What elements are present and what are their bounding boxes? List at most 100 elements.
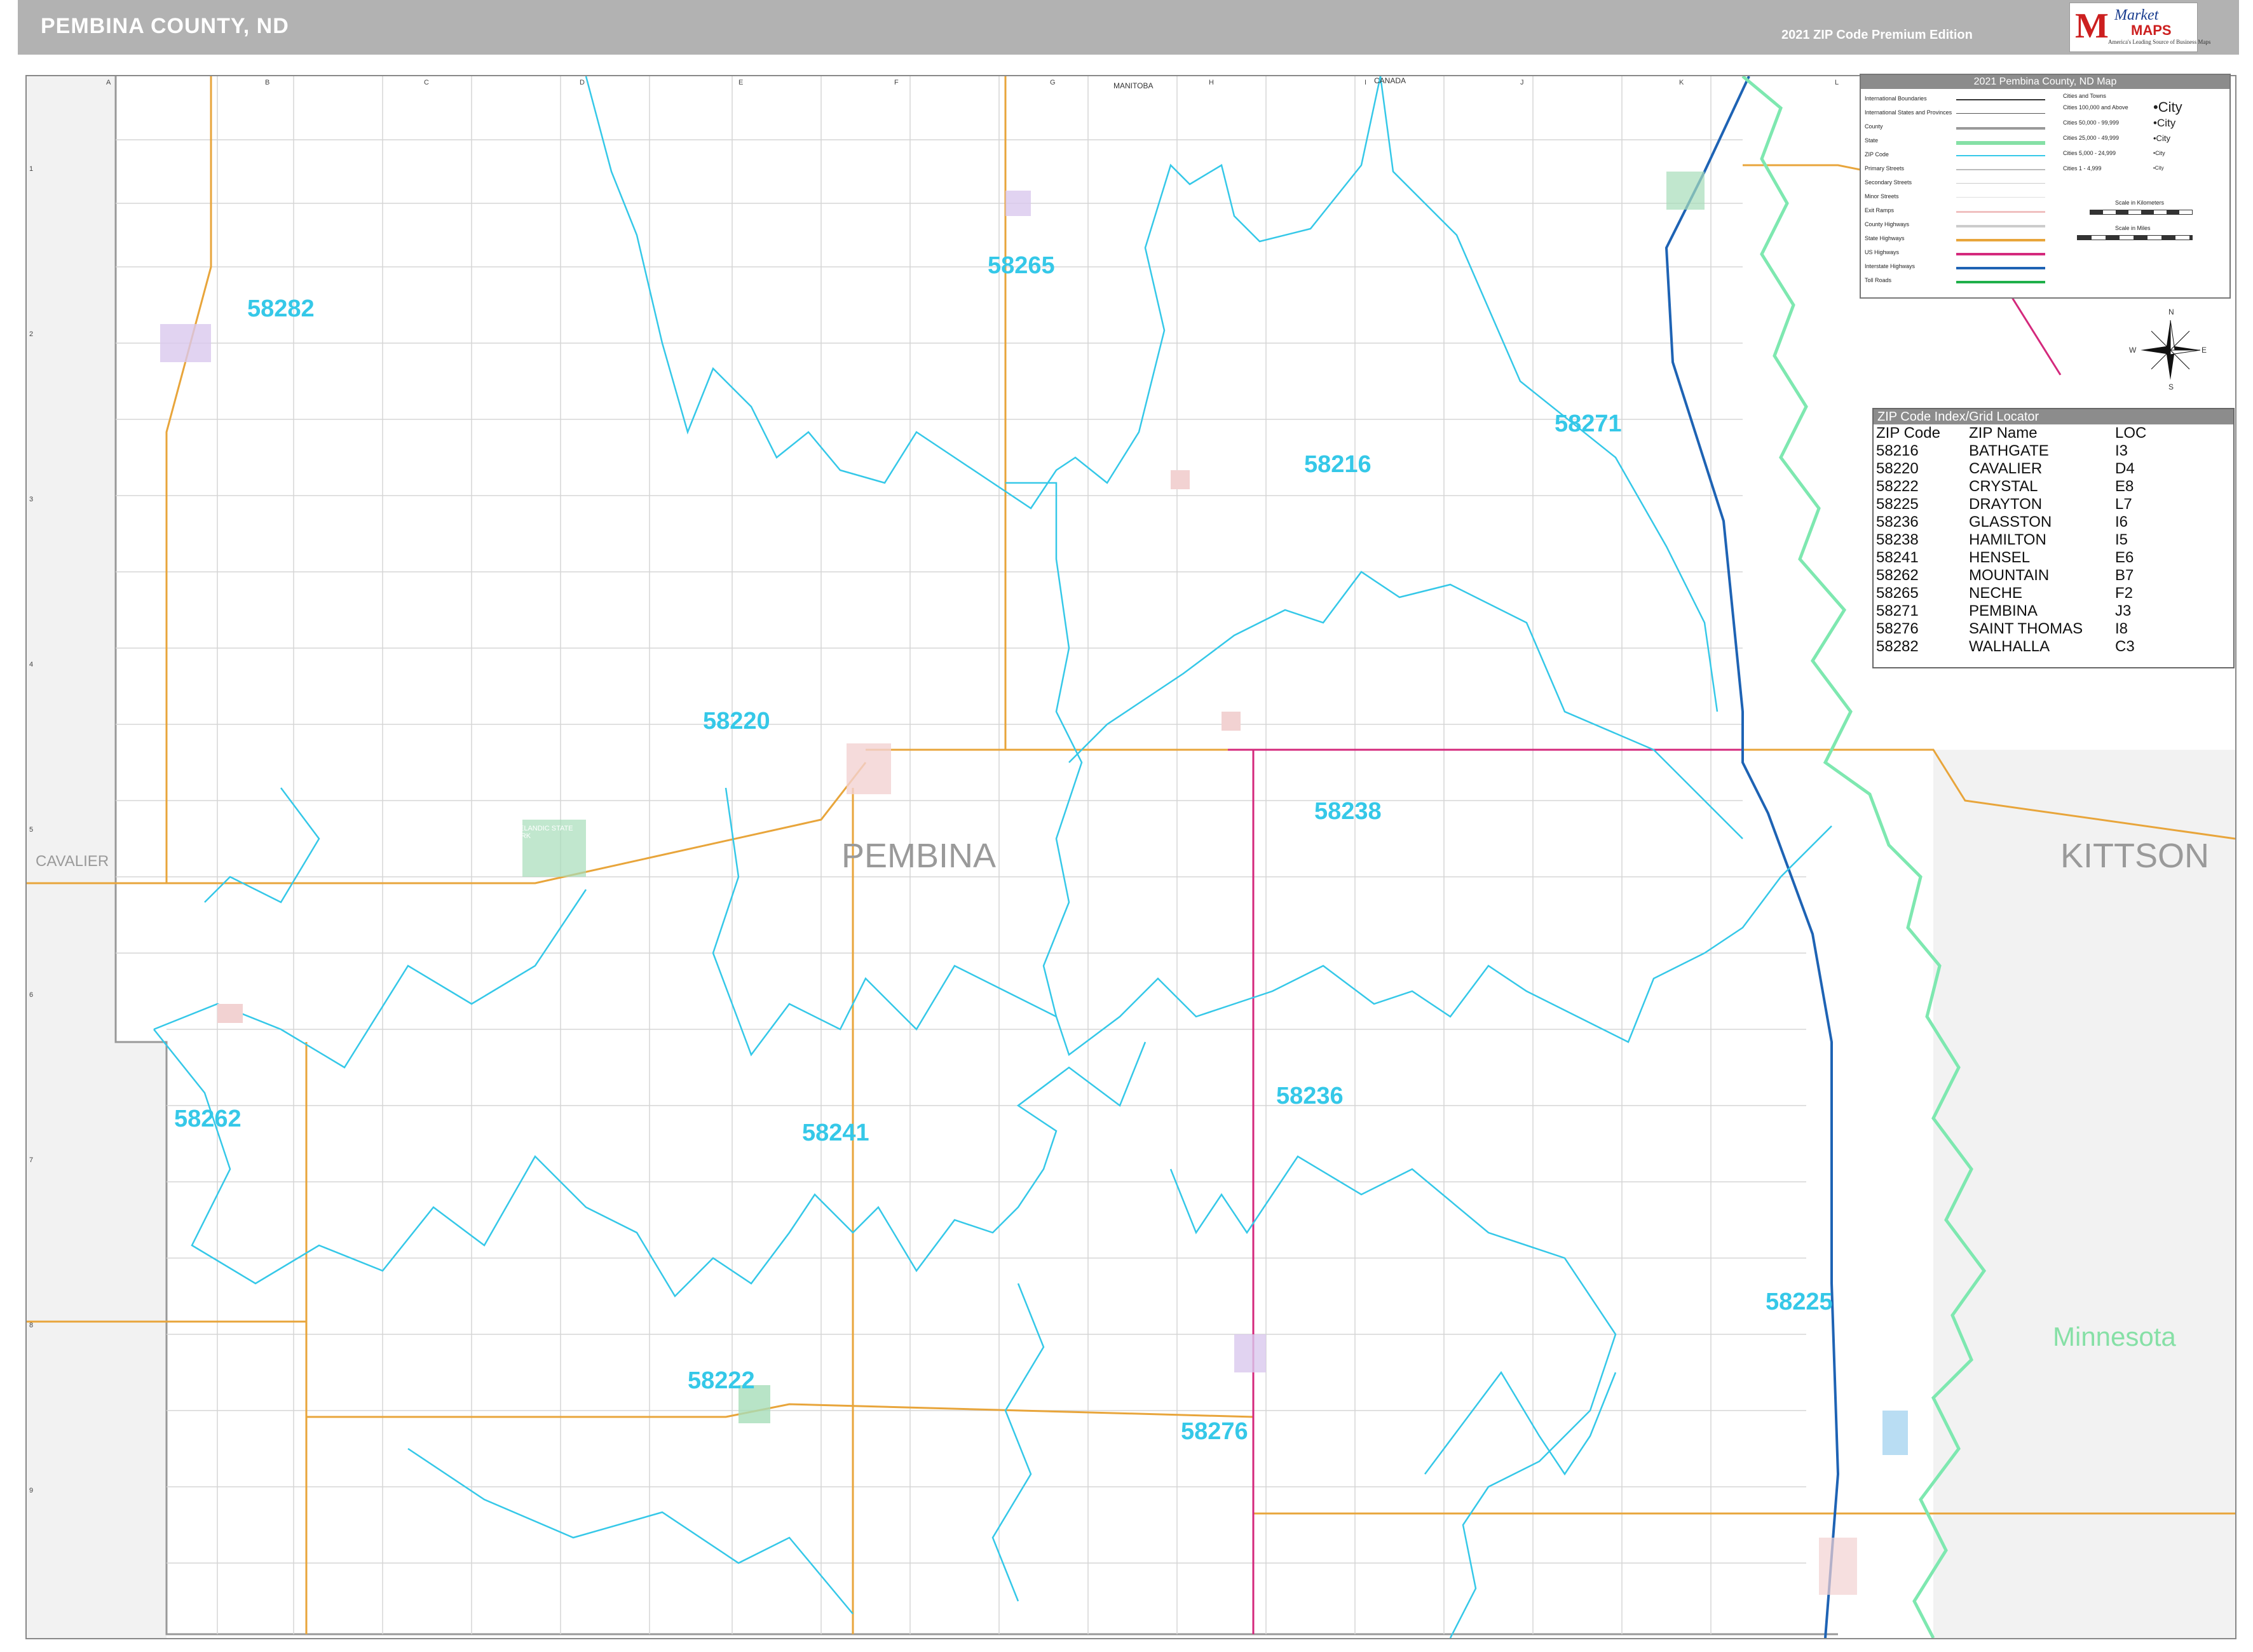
zip-code-index: ZIP Code Index/Grid Locator ZIP Code ZIP… xyxy=(1872,408,2235,668)
legend-row: Primary Streets xyxy=(1865,165,1905,172)
zip-index-title: ZIP Code Index/Grid Locator xyxy=(1874,409,2233,424)
zip-name-cell: SAINT THOMAS xyxy=(1969,620,2083,637)
zip-name-cell: NECHE xyxy=(1969,585,2023,602)
zip-label[interactable]: 58276 xyxy=(1181,1418,1248,1446)
zip-label[interactable]: 58262 xyxy=(174,1106,242,1133)
zip-index-row[interactable]: 58262 MOUNTAIN B7 xyxy=(1876,567,2153,585)
zip-code-cell: 58241 xyxy=(1876,549,1919,566)
zip-label[interactable]: 58236 xyxy=(1276,1083,1344,1110)
grid-number-5: 5 xyxy=(29,826,34,834)
legend-city-sample: •City xyxy=(2153,133,2170,143)
southwest-area xyxy=(116,1042,167,1638)
legend-row: Minor Streets xyxy=(1865,193,1899,200)
legend-row: Exit Ramps xyxy=(1865,207,1895,213)
zip-index-row[interactable]: 58225 DRAYTON L7 xyxy=(1876,496,2153,513)
legend-row: Interstate Highways xyxy=(1865,263,1916,269)
legend-row: International Boundaries xyxy=(1865,95,1927,102)
legend-city-sample: •City xyxy=(2153,165,2164,171)
zip-label[interactable]: 58225 xyxy=(1766,1289,1833,1316)
legend-row: County Highways xyxy=(1865,221,1910,227)
zip-name-cell: BATHGATE xyxy=(1969,442,2049,459)
zip-code-cell: 58216 xyxy=(1876,442,1919,459)
zip-loc-cell: E8 xyxy=(2115,478,2134,495)
zip-index-row[interactable]: 58241 HENSEL E6 xyxy=(1876,549,2153,567)
grid-letter-b: B xyxy=(265,79,270,86)
zip-name-cell: DRAYTON xyxy=(1969,496,2043,513)
legend-row: State Highways xyxy=(1865,235,1905,241)
zip-label[interactable]: 58216 xyxy=(1304,451,1372,478)
zip-index-row[interactable]: 58216 BATHGATE I3 xyxy=(1876,442,2153,460)
scale-km-label: Scale in Kilometers xyxy=(2115,200,2165,206)
zip-loc-cell: J3 xyxy=(2115,602,2132,620)
zip-loc-cell: D4 xyxy=(2115,460,2135,477)
grid-number-2: 2 xyxy=(29,330,34,338)
zip-code-cell: 58262 xyxy=(1876,567,1919,584)
legend-swatch xyxy=(1956,225,2045,227)
legend-cities-header: Cities and Towns xyxy=(2063,93,2106,99)
zip-loc-cell: F2 xyxy=(2115,585,2134,602)
zip-code-cell: 58276 xyxy=(1876,620,1919,637)
zip-loc-cell: L7 xyxy=(2115,496,2132,513)
logo-letter: M xyxy=(2075,6,2109,46)
compass-s: S xyxy=(2168,383,2174,391)
state-highways xyxy=(27,76,2235,1634)
zip-index-row[interactable]: 58236 GLASSTON I6 xyxy=(1876,513,2153,531)
grid-letter-e: E xyxy=(739,79,744,86)
zip-name-cell: HENSEL xyxy=(1969,549,2031,566)
market-maps-logo[interactable]: M Market MAPS America's Leading Source o… xyxy=(2069,3,2210,52)
grid-letter-f: F xyxy=(894,79,899,86)
map-area[interactable]: A B C D E F G H I J K L M 1 2 3 4 5 6 7 … xyxy=(25,75,2236,1639)
compass-n: N xyxy=(2168,308,2174,316)
legend-city-sample: •City xyxy=(2153,99,2182,115)
legend-row: ZIP Code xyxy=(1865,151,1889,158)
legend-title: 2021 Pembina County, ND Map xyxy=(1861,75,2229,89)
grid-letter-d: D xyxy=(580,79,585,86)
legend-swatch xyxy=(1956,169,2045,170)
zip-label[interactable]: 58241 xyxy=(802,1120,869,1147)
zip-index-row[interactable]: 58222 CRYSTAL E8 xyxy=(1876,478,2153,496)
grid-letter-a: A xyxy=(106,79,111,86)
zip-name-cell: HAMILTON xyxy=(1969,531,2046,548)
zip-loc-cell: B7 xyxy=(2115,567,2134,584)
zip-index-row[interactable]: 58276 SAINT THOMAS I8 xyxy=(1876,620,2153,638)
compass-rose: N S E W xyxy=(2129,308,2207,391)
legend-row: US Highways xyxy=(1865,249,1900,255)
map-canvas xyxy=(27,76,2235,1638)
legend-city-row: Cities 5,000 - 24,999 xyxy=(2063,150,2116,156)
legend-city-row: Cities 25,000 - 49,999 xyxy=(2063,135,2120,141)
neighbor-west-label: CAVALIER xyxy=(36,853,109,870)
kittson-county-area xyxy=(1933,750,2235,1638)
header-bar: PEMBINA COUNTY, ND 2021 ZIP Code Premium… xyxy=(18,0,2239,55)
zip-label[interactable]: 58222 xyxy=(688,1367,755,1395)
zip-code-cell: 58236 xyxy=(1876,513,1919,531)
zip-label[interactable]: 58271 xyxy=(1555,410,1622,438)
zip-loc-cell: E6 xyxy=(2115,549,2134,566)
zip-index-row[interactable]: 58265 NECHE F2 xyxy=(1876,585,2153,602)
zip-loc-cell: C3 xyxy=(2115,638,2135,655)
zip-label[interactable]: 58238 xyxy=(1314,798,1382,825)
legend-swatch xyxy=(1956,267,2045,269)
zip-label[interactable]: 58282 xyxy=(247,295,315,323)
zip-label[interactable]: 58220 xyxy=(703,708,770,735)
zip-index-row[interactable]: 58220 CAVALIER D4 xyxy=(1876,460,2153,478)
grid-number-1: 1 xyxy=(29,165,34,173)
legend-swatch xyxy=(1956,99,2045,100)
zip-label[interactable]: 58265 xyxy=(988,252,1055,280)
zip-index-row[interactable]: 58282 WALHALLA C3 xyxy=(1876,638,2153,656)
zip-code-cell: 58225 xyxy=(1876,496,1919,513)
legend-city-sample: •City xyxy=(2153,150,2165,156)
county-label: PEMBINA xyxy=(841,837,997,875)
legend-swatch xyxy=(1956,281,2045,283)
zip-code-cell: 58220 xyxy=(1876,460,1919,477)
grid-number-3: 3 xyxy=(29,496,34,503)
grid-number-8: 8 xyxy=(29,1322,34,1329)
legend-row: Secondary Streets xyxy=(1865,179,1912,186)
grid-letter-c: C xyxy=(424,79,429,86)
zip-index-row[interactable]: 58271 PEMBINA J3 xyxy=(1876,602,2153,620)
zip-loc-cell: I5 xyxy=(2115,531,2128,548)
zip-loc-cell: I3 xyxy=(2115,442,2128,459)
legend-swatch xyxy=(1956,253,2045,255)
zip-index-row[interactable]: 58238 HAMILTON I5 xyxy=(1876,531,2153,549)
zip-index-header-row: ZIP Code ZIP Name LOC xyxy=(1876,424,2153,442)
neighbor-east-label: KITTSON xyxy=(2060,837,2210,875)
